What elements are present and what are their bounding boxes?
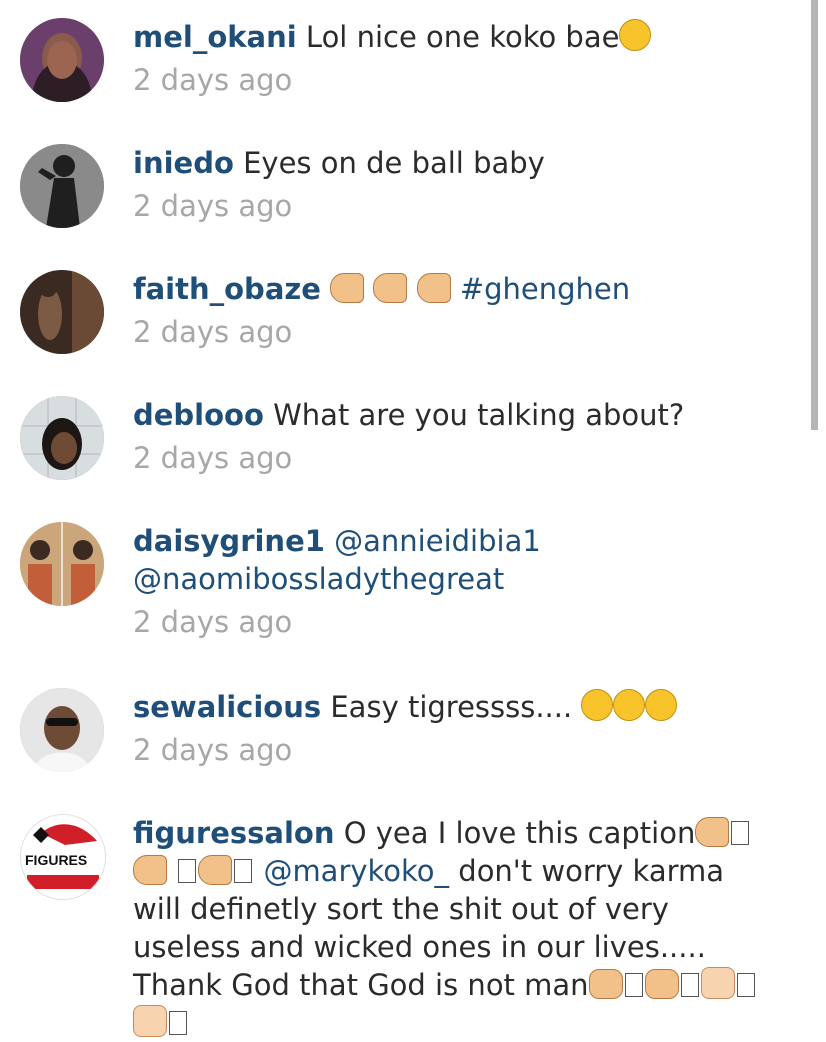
backhand-pointing-emoji-icon [695, 817, 730, 847]
missing-glyph-icon [178, 859, 197, 883]
comment-timestamp: 2 days ago [133, 315, 293, 349]
flexed-biceps-emoji-icon [644, 969, 679, 999]
backhand-pointing-emoji-icon [373, 273, 408, 303]
missing-glyph-icon [680, 973, 699, 997]
comment-text: O yea I love this caption [343, 816, 696, 850]
figures-salon-logo: FIGURES [21, 815, 105, 899]
comment-text: Easy tigressss.... [330, 690, 573, 724]
comment-body: daisygrine1 @annieidibia1 @naomibosslady… [133, 522, 773, 641]
comment-body: iniedo Eyes on de ball baby 2 days ago [133, 144, 773, 225]
comment-timestamp: 2 days ago [133, 605, 293, 639]
comment-timestamp: 2 days ago [133, 441, 293, 475]
comment-username[interactable]: deblooo [133, 398, 264, 432]
missing-glyph-icon [736, 973, 755, 997]
comment-text: Eyes on de ball baby [243, 146, 545, 180]
avatar[interactable] [20, 522, 104, 606]
comment-mention[interactable]: @annieidibia1 [334, 524, 541, 558]
comment-username[interactable]: mel_okani [133, 20, 297, 54]
avatar-photo [20, 144, 104, 228]
avatar-photo [20, 396, 104, 480]
avatar[interactable] [20, 688, 104, 772]
backhand-pointing-emoji-icon [330, 273, 365, 303]
backhand-pointing-emoji-icon [133, 855, 167, 885]
avatar-photo [20, 18, 104, 102]
comment-emoji [330, 272, 460, 306]
comment-username[interactable]: daisygrine1 [133, 524, 325, 558]
comment-body: sewalicious Easy tigressss.... 2 days ag… [133, 688, 773, 769]
missing-glyph-icon [624, 973, 643, 997]
svg-text:FIGURES: FIGURES [25, 852, 87, 868]
comment-mention[interactable]: @naomibossladythegreat [133, 562, 504, 596]
comment-text: What are you talking about? [273, 398, 685, 432]
crying-face-emoji-icon [613, 689, 646, 721]
comment-timestamp: 2 days ago [133, 63, 293, 97]
crying-face-emoji-icon [645, 689, 678, 721]
avatar-photo [20, 522, 104, 606]
missing-glyph-icon [731, 821, 750, 845]
avatar[interactable]: FIGURES [20, 814, 106, 900]
scrollbar[interactable] [811, 0, 818, 430]
comment-hashtag[interactable]: #ghenghen [460, 272, 630, 306]
comment-timestamp: 2 days ago [133, 733, 293, 767]
avatar[interactable] [20, 396, 104, 480]
avatar[interactable] [20, 18, 104, 102]
missing-glyph-icon [169, 1011, 187, 1035]
comment-username[interactable]: iniedo [133, 146, 234, 180]
comment-body: faith_obaze #ghenghen 2 days ago [133, 270, 773, 351]
backhand-pointing-emoji-icon [416, 273, 451, 303]
avatar-photo [20, 688, 104, 772]
backhand-pointing-emoji-icon [198, 855, 233, 885]
flexed-biceps-emoji-icon [588, 969, 623, 999]
avatar-photo [20, 270, 104, 354]
comment-body: deblooo What are you talking about? 2 da… [133, 396, 773, 477]
comment-text: Lol nice one koko bae [305, 20, 620, 54]
missing-glyph-icon [234, 859, 253, 883]
comment-username[interactable]: faith_obaze [133, 272, 321, 306]
avatar[interactable] [20, 270, 104, 354]
comment-body: mel_okani Lol nice one koko bae 2 days a… [133, 18, 773, 99]
person-bowing-emoji-icon [133, 1005, 167, 1037]
crying-face-emoji-icon [581, 689, 614, 721]
avatar[interactable] [20, 144, 104, 228]
comment-mention[interactable]: @marykoko_ [263, 854, 449, 888]
person-bowing-emoji-icon [700, 967, 735, 999]
smile-emoji-icon [619, 19, 652, 51]
comment-username[interactable]: sewalicious [133, 690, 321, 724]
comment-body: figuressalon O yea I love this caption @… [133, 814, 773, 1042]
comment-username[interactable]: figuressalon [133, 816, 334, 850]
comment-timestamp: 2 days ago [133, 189, 293, 223]
